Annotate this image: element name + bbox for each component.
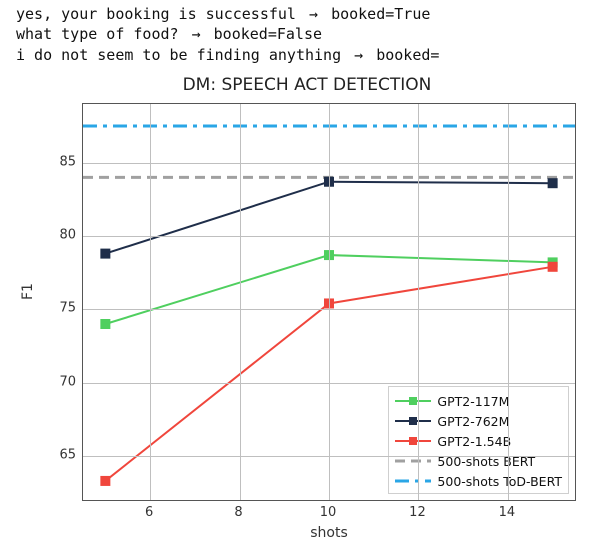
x-tick: 14 [499,505,516,520]
legend-item: 500-shots ToD-BERT [395,471,562,491]
arrow-icon: → [188,25,205,43]
example-label: booked= [376,46,439,64]
chart: DM: SPEECH ACT DETECTION F1 65 70 75 80 85 6… [18,75,596,545]
x-tick: 6 [145,505,153,520]
example-text: i do not seem to be finding anything [16,46,341,64]
legend-item: GPT2-1.54B [395,431,562,451]
example-label: booked=True [331,5,430,23]
arrow-icon: → [305,5,322,23]
legend-label: GPT2-117M [437,394,509,409]
x-axis-label: shots [82,525,576,541]
x-tick: 12 [409,505,426,520]
example-text: yes, your booking is successful [16,5,296,23]
legend-item: GPT2-762M [395,411,562,431]
y-tick: 65 [18,448,76,463]
legend-swatch [395,434,431,448]
code-line: what type of food? → booked=False [16,24,604,44]
legend-label: GPT2-1.54B [437,434,511,449]
legend-swatch [395,414,431,428]
y-tick: 80 [18,228,76,243]
page-root: yes, your booking is successful → booked… [0,0,614,554]
x-tick: 10 [320,505,337,520]
chart-title: DM: SPEECH ACT DETECTION [18,75,596,99]
legend-item: 500-shots BERT [395,451,562,471]
legend-label: GPT2-762M [437,414,509,429]
code-examples: yes, your booking is successful → booked… [0,0,614,65]
y-axis-label: F1 [20,283,36,300]
example-label: booked=False [214,25,322,43]
legend-item: GPT2-117M [395,391,562,411]
code-line: yes, your booking is successful → booked… [16,4,604,24]
example-text: what type of food? [16,25,188,43]
y-tick: 85 [18,154,76,169]
legend-swatch [395,394,431,408]
y-tick: 70 [18,374,76,389]
y-tick: 75 [18,301,76,316]
arrow-icon: → [350,46,367,64]
legend-swatch [395,474,431,488]
x-tick: 8 [234,505,242,520]
plot-area: GPT2-117M GPT2-762M GPT2-1.54B 500-shots BE… [82,103,576,501]
legend-label: 500-shots ToD-BERT [437,474,562,489]
code-line: i do not seem to be finding anything → b… [16,45,604,65]
legend: GPT2-117M GPT2-762M GPT2-1.54B 500-shots BE… [388,386,569,494]
